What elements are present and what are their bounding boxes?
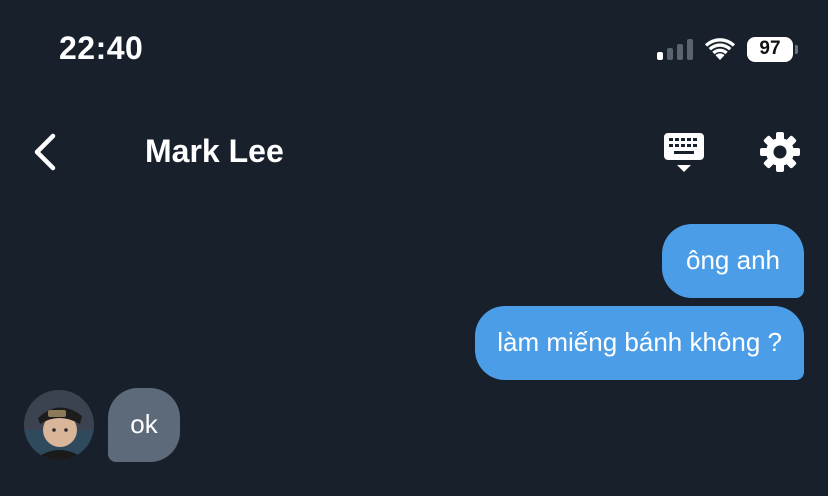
settings-button[interactable]: [758, 130, 802, 174]
chevron-left-icon: [34, 133, 56, 171]
battery-level: 97: [747, 36, 793, 62]
contact-name: Mark Lee: [145, 133, 284, 169]
cellular-signal-icon: [657, 38, 693, 60]
wifi-icon: [704, 38, 736, 60]
keyboard-button[interactable]: [660, 130, 708, 178]
battery-tip: [795, 44, 798, 54]
status-indicators: 97: [657, 35, 798, 63]
keyboard-icon: [664, 133, 704, 172]
gear-icon: [760, 132, 800, 172]
chat-screen: 22:40 97 Mark Lee ông anh làm miếng bánh…: [0, 0, 828, 496]
status-time: 22:40: [59, 30, 144, 66]
contact-photo: [24, 390, 94, 460]
message-bubble-outgoing[interactable]: ông anh: [662, 224, 804, 298]
battery-indicator: 97: [747, 36, 798, 62]
message-bubble-incoming[interactable]: ok: [108, 388, 180, 462]
message-bubble-outgoing[interactable]: làm miếng bánh không ?: [475, 306, 804, 380]
avatar[interactable]: [24, 390, 94, 460]
back-button[interactable]: [28, 130, 64, 174]
